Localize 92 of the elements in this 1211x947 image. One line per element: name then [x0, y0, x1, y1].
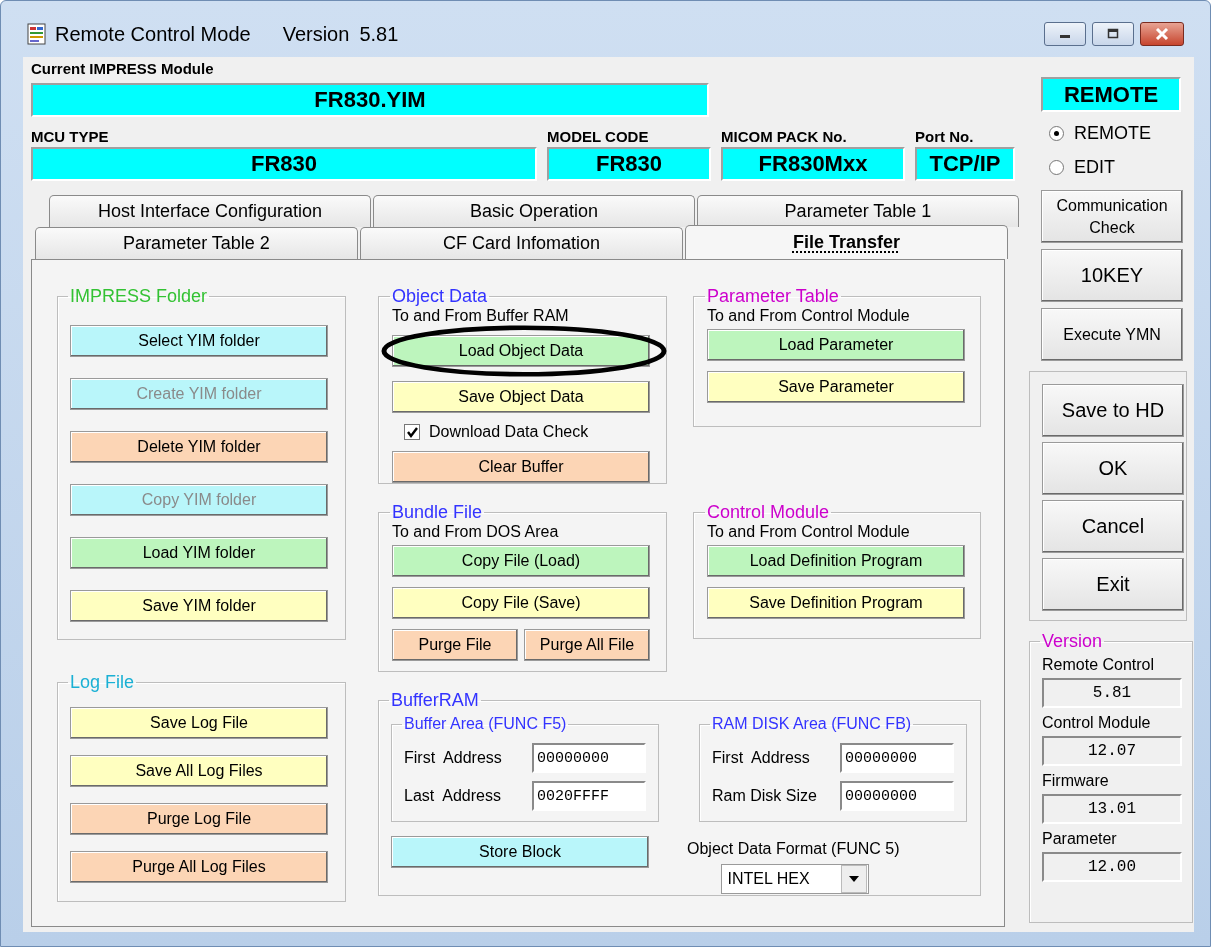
- action-button[interactable]: Purge File: [392, 629, 518, 661]
- tab[interactable]: Parameter Table 2: [35, 227, 358, 259]
- group-title: Log File: [69, 672, 136, 693]
- close-icon: [1154, 28, 1170, 40]
- action-button[interactable]: Clear Buffer: [392, 451, 650, 483]
- side-button[interactable]: 10KEY: [1041, 249, 1183, 302]
- tab[interactable]: Parameter Table 1: [697, 195, 1019, 227]
- tab[interactable]: CF Card Infomation: [360, 227, 683, 259]
- group-title: Parameter Table: [706, 286, 840, 307]
- format-dropdown[interactable]: INTEL HEX: [721, 864, 870, 894]
- action-button[interactable]: Load Parameter: [707, 329, 965, 361]
- action-button[interactable]: Purge All File: [524, 629, 650, 661]
- version-label: Version: [282, 22, 350, 46]
- group-title: Control Module: [706, 502, 831, 523]
- version-value: 12.00: [1042, 852, 1182, 882]
- version-value: 5.81: [1042, 678, 1182, 708]
- checkbox[interactable]: [404, 424, 420, 440]
- version-value: 12.07: [1042, 736, 1182, 766]
- group-subtitle: To and From Control Module: [707, 307, 911, 325]
- field-label: Port No.: [915, 127, 975, 147]
- field-label: MICOM PACK No.: [721, 127, 848, 147]
- address-field[interactable]: 0020FFFF: [532, 781, 646, 811]
- group-title: RAM DISK Area (FUNC FB): [711, 715, 913, 733]
- close-button[interactable]: [1140, 22, 1184, 46]
- radio-label: REMOTE: [1074, 122, 1151, 144]
- store-block-button[interactable]: Store Block: [391, 836, 649, 868]
- action-button[interactable]: Select YIM folder: [70, 325, 328, 357]
- version-label: Control Module: [1042, 714, 1152, 732]
- group-title: Object Data: [391, 286, 489, 307]
- action-button[interactable]: Copy File (Save): [392, 587, 650, 619]
- action-button[interactable]: Save Log File: [70, 707, 328, 739]
- dialog-button[interactable]: Save to HD: [1042, 384, 1184, 437]
- info-field: TCP/IP: [915, 147, 1015, 181]
- group-title: Bundle File: [391, 502, 484, 523]
- action-button[interactable]: Save All Log Files: [70, 755, 328, 787]
- field-label: Ram Disk Size: [712, 787, 817, 805]
- maximize-button[interactable]: [1092, 22, 1134, 46]
- group-subtitle: To and From DOS Area: [392, 523, 560, 541]
- maximize-icon: [1106, 28, 1120, 40]
- field-label: MODEL CODE: [547, 127, 650, 147]
- version-value: 13.01: [1042, 794, 1182, 824]
- format-label: Object Data Format (FUNC 5): [687, 840, 900, 858]
- side-button[interactable]: Communication Check: [1041, 190, 1183, 243]
- minimize-button[interactable]: [1044, 22, 1086, 46]
- dialog-button[interactable]: Exit: [1042, 558, 1184, 611]
- action-button[interactable]: Load YIM folder: [70, 537, 328, 569]
- group-subtitle: To and From Control Module: [707, 523, 911, 541]
- field-label: First Address: [404, 749, 502, 767]
- address-field[interactable]: 00000000: [840, 743, 954, 773]
- group-subtitle: To and From Buffer RAM: [392, 307, 570, 325]
- action-button[interactable]: Load Object Data: [392, 335, 650, 367]
- module-field: FR830.YIM: [31, 83, 709, 117]
- field-label: MCU TYPE: [31, 127, 110, 147]
- group-title: IMPRESS Folder: [69, 286, 209, 307]
- dialog-button[interactable]: Cancel: [1042, 500, 1184, 553]
- tab[interactable]: Basic Operation: [373, 195, 695, 227]
- module-label: Current IMPRESS Module: [31, 59, 215, 79]
- checkbox-label: Download Data Check: [429, 423, 589, 441]
- version-label: Firmware: [1042, 772, 1110, 790]
- dropdown-arrow-icon: [849, 876, 860, 882]
- group-title: Version: [1041, 631, 1104, 652]
- info-field: FR830: [31, 147, 537, 181]
- action-button[interactable]: Save Definition Program: [707, 587, 965, 619]
- action-button[interactable]: Purge All Log Files: [70, 851, 328, 883]
- info-field: FR830: [547, 147, 711, 181]
- radio-button[interactable]: [1049, 125, 1064, 141]
- mode-indicator: REMOTE: [1041, 77, 1181, 112]
- radio-button[interactable]: [1049, 159, 1064, 175]
- tab[interactable]: File Transfer: [685, 225, 1008, 259]
- side-button[interactable]: Execute YMN: [1041, 308, 1183, 361]
- action-button[interactable]: Save Object Data: [392, 381, 650, 413]
- tab[interactable]: Host Interface Configuration: [49, 195, 371, 227]
- group-title: Buffer Area (FUNC F5): [403, 715, 568, 733]
- action-button[interactable]: Save YIM folder: [70, 590, 328, 622]
- action-button[interactable]: Save Parameter: [707, 371, 965, 403]
- action-button[interactable]: Load Definition Program: [707, 545, 965, 577]
- window-title: Remote Control Mode: [55, 22, 251, 46]
- version-label: Parameter: [1042, 830, 1118, 848]
- version-label: Remote Control: [1042, 656, 1156, 674]
- group-title: BufferRAM: [390, 690, 480, 711]
- radio-label: EDIT: [1074, 156, 1115, 178]
- version-number: 5.81: [359, 22, 399, 46]
- action-button[interactable]: Copy File (Load): [392, 545, 650, 577]
- address-field[interactable]: 00000000: [532, 743, 646, 773]
- field-label: First Address: [712, 749, 810, 767]
- dialog-button[interactable]: OK: [1042, 442, 1184, 495]
- action-button[interactable]: Purge Log File: [70, 803, 328, 835]
- address-field[interactable]: 00000000: [840, 781, 954, 811]
- app-icon: [27, 23, 47, 45]
- info-field: FR830Mxx: [721, 147, 905, 181]
- action-button[interactable]: Delete YIM folder: [70, 431, 328, 463]
- field-label: Last Address: [404, 787, 501, 805]
